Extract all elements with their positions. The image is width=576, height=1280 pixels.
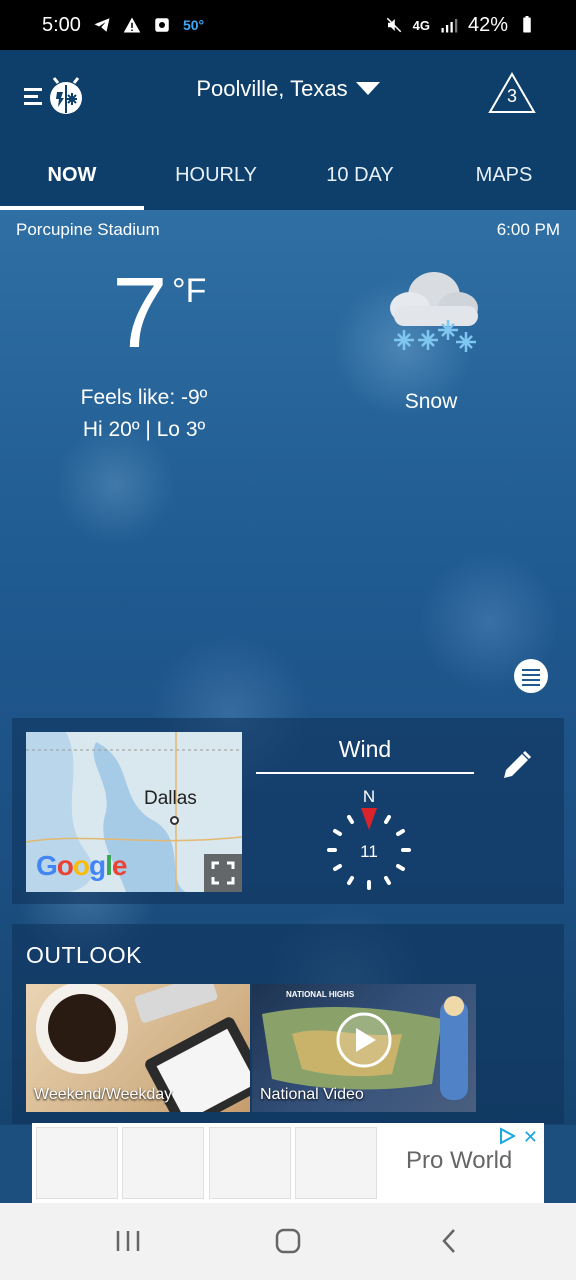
current-temperature: 7 <box>112 257 168 369</box>
edit-button[interactable] <box>500 748 534 782</box>
status-weather-temp: 50° <box>182 17 205 33</box>
hamburger-icon <box>24 88 42 105</box>
wind-compass: N 11 <box>327 787 411 890</box>
telegram-icon <box>94 18 110 32</box>
battery-percent: 42% <box>467 13 508 36</box>
adchoices-icon[interactable] <box>498 1127 516 1145</box>
wind-underline <box>256 772 474 774</box>
battery-icon <box>523 16 531 33</box>
map-city-label: Dallas <box>144 788 197 809</box>
ad-brand[interactable]: Pro World <box>406 1147 512 1175</box>
tab-now[interactable]: NOW <box>0 150 144 210</box>
national-highs-label: NATIONAL HIGHS <box>286 990 355 999</box>
status-bar: 5:00 50° 4G 42% <box>0 0 576 50</box>
feels-like: Feels like: -9º <box>80 386 208 409</box>
condition-label: Snow <box>404 390 458 413</box>
map-location-marker <box>170 816 179 825</box>
signal-icon <box>441 19 458 33</box>
outlook-tile-label: Weekend/Weekday <box>34 1086 173 1103</box>
map-wind-card: Dallas Google Wind N 11 <box>12 718 564 904</box>
ad-product-image[interactable] <box>295 1127 377 1199</box>
ad-banner[interactable]: Pro World ✕ <box>32 1123 544 1203</box>
tab-bar: NOW HOURLY 10 DAY MAPS <box>0 150 576 210</box>
ad-product-image[interactable] <box>209 1127 291 1199</box>
observation-station[interactable]: Porcupine Stadium <box>16 220 160 240</box>
mini-map[interactable]: Dallas Google <box>26 732 242 892</box>
alerts-button[interactable]: 3 <box>488 72 536 114</box>
back-icon[interactable] <box>434 1225 466 1257</box>
mute-icon <box>386 17 401 33</box>
outlook-tile-national-video[interactable]: NATIONAL HIGHS National Video <box>252 984 476 1112</box>
google-logo: Google <box>36 850 127 881</box>
snow-cloud-icon <box>390 272 478 352</box>
alert-count: 3 <box>506 86 517 106</box>
system-nav-bar <box>0 1203 576 1280</box>
pencil-icon <box>504 750 532 778</box>
ad-close-icon[interactable]: ✕ <box>523 1127 538 1148</box>
dropdown-caret-icon[interactable] <box>355 82 380 96</box>
outlook-card: OUTLOOK Weekend/Weekday NATIONAL HIGHS N… <box>12 924 564 1124</box>
wind-pointer <box>361 808 377 830</box>
outlook-tile-weekend[interactable]: Weekend/Weekday <box>26 984 250 1112</box>
weatherbug-logo-icon <box>50 77 82 114</box>
tab-hourly[interactable]: HOURLY <box>144 150 288 210</box>
outlook-tile-label: National Video <box>260 1086 364 1103</box>
fullscreen-button[interactable] <box>204 854 242 892</box>
ad-product-image[interactable] <box>122 1127 204 1199</box>
warning-icon <box>123 17 141 33</box>
network-type: 4G <box>412 17 430 33</box>
observation-time: 6:00 PM <box>496 220 560 239</box>
wind-title: Wind <box>338 736 392 762</box>
tab-10-day[interactable]: 10 DAY <box>288 150 432 210</box>
compass-north-label: N <box>363 787 375 806</box>
ad-product-image[interactable] <box>36 1127 118 1199</box>
home-icon[interactable] <box>272 1225 304 1257</box>
fullscreen-icon <box>211 861 235 885</box>
location-name[interactable]: Poolville, Texas <box>196 76 347 102</box>
outlook-title: OUTLOOK <box>26 942 142 968</box>
app-header: Poolville, Texas 3 NOW HOURLY 10 DAY MAP… <box>0 50 576 210</box>
details-list-button[interactable] <box>514 659 548 693</box>
app-notification-icon <box>155 18 169 32</box>
hi-lo: Hi 20º | Lo 3º <box>82 418 206 441</box>
temperature-unit: °F <box>172 272 207 310</box>
menu-button[interactable] <box>24 76 84 116</box>
wind-speed: 11 <box>360 842 378 861</box>
recent-apps-icon[interactable] <box>112 1225 144 1257</box>
status-time: 5:00 <box>42 13 81 36</box>
tab-maps[interactable]: MAPS <box>432 150 576 210</box>
